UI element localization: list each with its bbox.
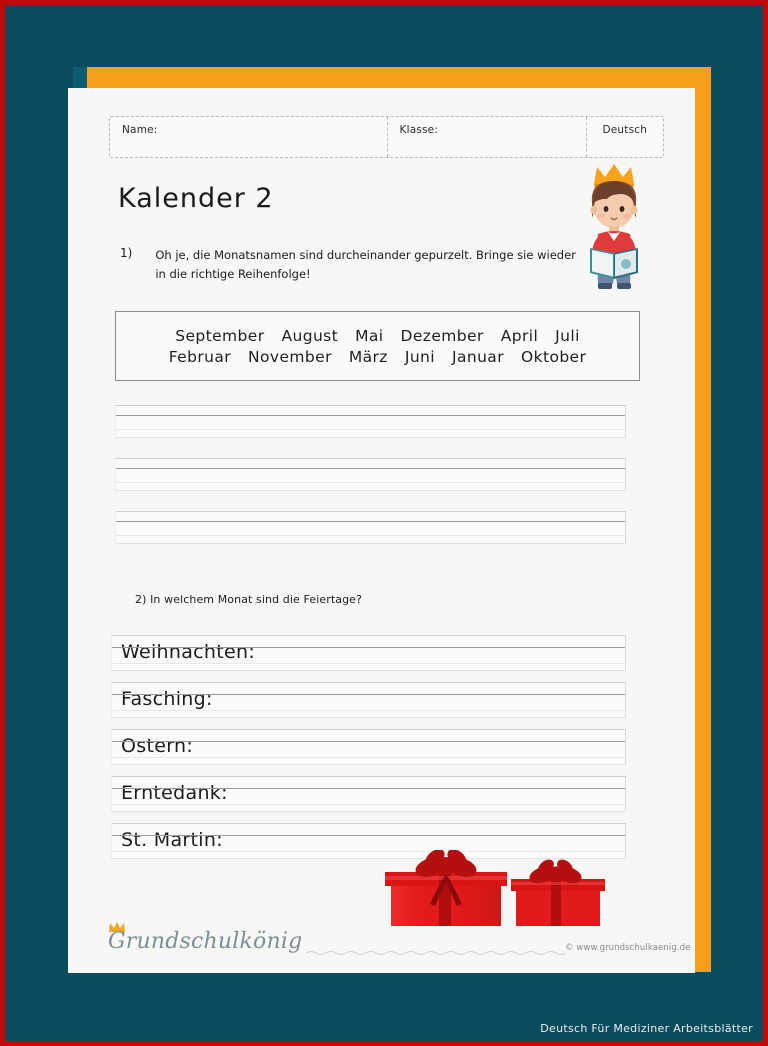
month-word: Februar: [168, 347, 232, 366]
holiday-line-erntedank[interactable]: Erntedank:: [111, 776, 626, 812]
task-2-text: 2) In welchem Monat sind die Feiertage?: [135, 593, 362, 606]
klasse-field[interactable]: Klasse:: [386, 117, 586, 157]
task-1-number: 1): [120, 246, 133, 260]
holiday-line-ostern[interactable]: Ostern:: [111, 729, 626, 765]
month-word: Mai: [355, 326, 384, 345]
subject-label: Deutsch: [602, 124, 648, 136]
month-word: Dezember: [400, 326, 484, 345]
word-bank-row-2: Februar November März Juni Januar Oktober: [169, 348, 587, 366]
holiday-label: St. Martin:: [121, 829, 223, 851]
boy-with-crown-reading-book-icon: [568, 158, 660, 298]
month-word: Oktober: [520, 347, 587, 366]
holiday-line-weihnachten[interactable]: Weihnachten:: [111, 635, 626, 671]
red-gift-boxes-icon: [383, 849, 608, 928]
month-word: Juni: [404, 347, 435, 366]
logo-text: Grundschulkönig: [108, 929, 303, 954]
worksheet-page: Name: Klasse: Deutsch Kalender 2 1) Oh j…: [68, 88, 695, 973]
footer-wave-divider: [306, 951, 566, 955]
holiday-label: Ostern:: [121, 735, 194, 757]
word-bank-row-1: September August Mai Dezember April Juli: [175, 327, 580, 345]
month-word: März: [348, 347, 388, 366]
task-1: 1) Oh je, die Monatsnamen sind durcheina…: [120, 246, 580, 284]
holiday-label: Erntedank:: [121, 782, 228, 804]
grundschulkoenig-logo: Grundschulkönig: [86, 916, 306, 964]
name-label: Name:: [122, 124, 158, 136]
answer-line-2[interactable]: [115, 458, 626, 491]
holiday-label: Fasching:: [121, 688, 213, 710]
holiday-line-fasching[interactable]: Fasching:: [111, 682, 626, 718]
month-word: April: [500, 326, 539, 345]
name-field[interactable]: Name:: [110, 117, 387, 157]
holiday-label: Weihnachten:: [121, 641, 256, 663]
month-word: November: [248, 347, 332, 366]
worksheet-header-row: Name: Klasse: Deutsch: [109, 116, 664, 158]
bottom-watermark: Deutsch Für Mediziner Arbeitsblätter: [540, 1022, 753, 1035]
page-title: Kalender 2: [118, 183, 274, 214]
answer-line-3[interactable]: [115, 511, 626, 544]
month-word: August: [281, 326, 339, 345]
footer-url: © www.grundschulkaenig.de: [565, 943, 691, 953]
answer-line-1[interactable]: [115, 405, 626, 438]
task-1-text: Oh je, die Monatsnamen sind durcheinande…: [155, 248, 576, 281]
month-word-bank: September August Mai Dezember April Juli Febr…: [115, 311, 640, 381]
screenshot-canvas: Name: Klasse: Deutsch Kalender 2 1) Oh j…: [0, 0, 768, 1046]
month-word: Januar: [451, 347, 504, 366]
month-word: September: [175, 326, 265, 345]
subject-cell: Deutsch: [585, 117, 663, 157]
month-word: Juli: [555, 326, 580, 345]
klasse-label: Klasse:: [399, 124, 439, 136]
